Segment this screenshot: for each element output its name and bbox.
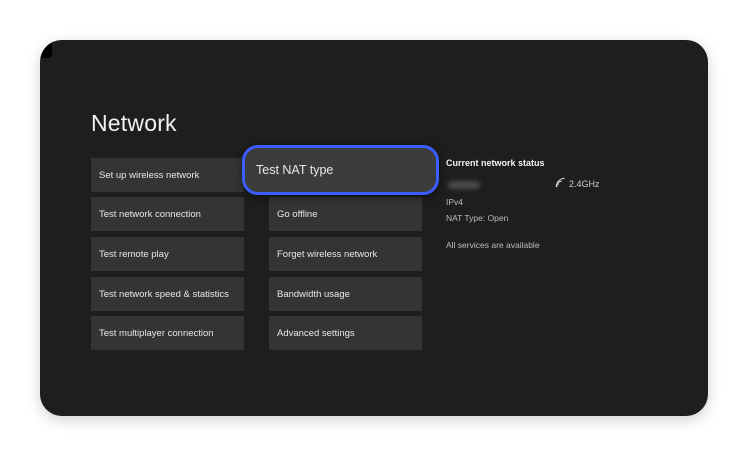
corner-mark (40, 40, 52, 58)
network-status-panel: Current network status 2.4GHz IPv4 NAT T… (446, 158, 666, 250)
bandwidth-usage-button[interactable]: Bandwidth usage (269, 277, 422, 311)
test-remote-play-button[interactable]: Test remote play (91, 237, 244, 271)
setup-wireless-network-button[interactable]: Set up wireless network (91, 158, 244, 192)
forget-wireless-network-button[interactable]: Forget wireless network (269, 237, 422, 271)
band-label: 2.4GHz (569, 178, 600, 189)
wifi-signal-icon (555, 177, 566, 190)
test-nat-type-button[interactable]: Test NAT type (242, 145, 439, 195)
band-indicator: 2.4GHz (555, 177, 600, 190)
advanced-settings-button[interactable]: Advanced settings (269, 316, 422, 350)
protocol-label: IPv4 (446, 197, 464, 207)
services-status-label: All services are available (446, 240, 540, 250)
go-offline-button[interactable]: Go offline (269, 197, 422, 231)
console-screen: Network Set up wireless network Test net… (40, 40, 708, 416)
test-multiplayer-connection-button[interactable]: Test multiplayer connection (91, 316, 244, 350)
page-title: Network (91, 110, 177, 136)
test-network-connection-button[interactable]: Test network connection (91, 197, 244, 231)
test-network-speed-button[interactable]: Test network speed & statistics (91, 277, 244, 311)
network-name-redacted (448, 181, 480, 189)
network-name-row: 2.4GHz (446, 176, 666, 196)
network-status-heading: Current network status (446, 158, 545, 168)
nat-type-label: NAT Type: Open (446, 213, 509, 223)
